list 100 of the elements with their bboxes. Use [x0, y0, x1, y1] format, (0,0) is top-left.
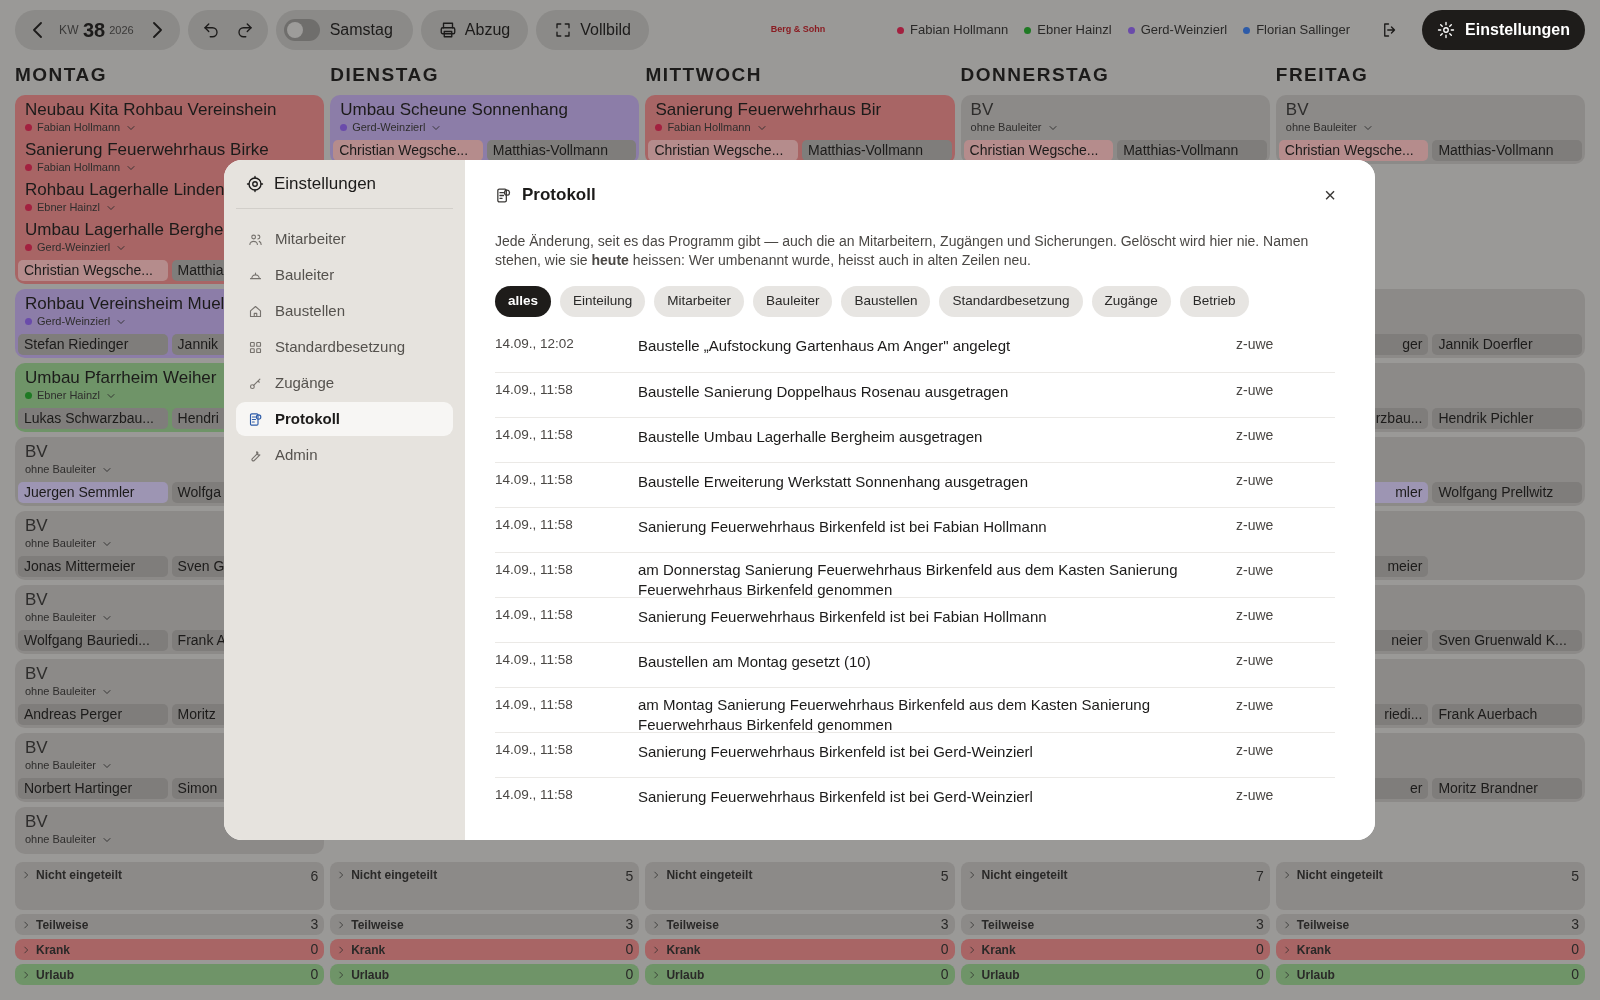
filter-chip[interactable]: alles — [495, 286, 552, 317]
filter-chip[interactable]: Standardbesetzung — [939, 286, 1083, 317]
log-message: Baustelle Sanierung Doppelhaus Rosenau ausgetragen — [638, 382, 1009, 402]
summary-label: Teilweise — [666, 916, 719, 934]
redo-icon — [235, 21, 254, 39]
worker-chip: Christian Wegsche... — [648, 140, 798, 161]
people-icon — [248, 231, 263, 247]
log-user: z-uwe — [1236, 561, 1274, 580]
nav-item[interactable]: Protokoll — [236, 402, 453, 436]
site-title: Rohbau Vereinsheim Muel — [25, 293, 225, 314]
summary-row[interactable]: Teilweise 3 — [645, 914, 955, 935]
worker-chip: Wolfgang Prellwitz — [1432, 482, 1582, 503]
saturday-toggle[interactable]: Samstag — [275, 10, 413, 50]
print-button[interactable]: Abzug — [420, 10, 529, 50]
site-title: BV — [25, 441, 48, 462]
log-message: Sanierung Feuerwehrhaus Birkenfeld ist bei Fabian Hollmann — [638, 607, 1047, 627]
summary-label: Urlaub — [36, 966, 74, 984]
summary-row[interactable]: Urlaub 0 — [15, 964, 325, 985]
summary-row[interactable]: Urlaub 0 — [645, 964, 955, 985]
summary-count: 0 — [625, 940, 634, 959]
chevron-left-icon — [32, 22, 42, 38]
site-title: BV — [25, 737, 48, 758]
log-message: Baustelle „Aufstockung Gartenhaus Am Anger" angelegt — [638, 336, 1011, 356]
company-logo: Berg & Sohn — [770, 23, 826, 37]
site-title: BV — [25, 515, 48, 536]
filter-chip[interactable]: Betrieb — [1179, 286, 1249, 317]
nav-item[interactable]: Baustellen — [236, 294, 453, 328]
summary-row[interactable]: Teilweise 3 — [1275, 914, 1585, 935]
log-user: z-uwe — [1236, 741, 1274, 760]
summary-count: 3 — [1256, 915, 1264, 934]
expand-icon — [554, 21, 573, 39]
summary-row[interactable]: Nicht eingeteilt 5 — [645, 862, 955, 910]
log-user: z-uwe — [1236, 471, 1274, 490]
site-lead: ohne Bauleiter — [1285, 120, 1357, 136]
printer-icon — [438, 21, 457, 39]
site-title: BV — [1285, 99, 1309, 120]
site-title: BV — [25, 589, 48, 610]
summary-row[interactable]: Nicht eingeteilt 5 — [330, 862, 640, 910]
filter-chip[interactable]: Baustellen — [841, 286, 931, 317]
summary-row[interactable]: Teilweise 3 — [15, 914, 325, 935]
summary-row[interactable]: Nicht eingeteilt 5 — [1275, 862, 1585, 910]
summary-row[interactable]: Nicht eingeteilt 7 — [960, 862, 1270, 910]
nav-item[interactable]: Mitarbeiter — [236, 222, 453, 256]
log-user: z-uwe — [1236, 426, 1274, 445]
log-user: z-uwe — [1236, 606, 1274, 625]
summary-row[interactable]: Urlaub 0 — [960, 964, 1270, 985]
log-time: 14.09., 11:58 — [495, 426, 574, 444]
filter-chip[interactable]: Bauleiter — [753, 286, 833, 317]
nav-item[interactable]: Zugänge — [236, 366, 453, 400]
summary-row[interactable]: Krank 0 — [330, 939, 640, 960]
close-button[interactable]: × — [1317, 182, 1343, 208]
summary-count: 0 — [1256, 940, 1264, 959]
site-lead: Gerd-Weinzierl — [37, 240, 111, 256]
site-lead: Fabian Hollmann — [37, 160, 121, 176]
summary-label: Urlaub — [1296, 966, 1335, 984]
summary-row[interactable]: Nicht eingeteilt 6 — [15, 862, 325, 910]
filter-chip[interactable]: Zugänge — [1091, 286, 1171, 317]
summary-label: Nicht eingeteilt — [351, 867, 438, 884]
summary-row[interactable]: Krank 0 — [1275, 939, 1585, 960]
site-lead: Gerd-Weinzierl — [352, 120, 426, 136]
worker-chip: Christian Wegsche... — [963, 140, 1114, 161]
log-user: z-uwe — [1236, 381, 1274, 400]
summary-row[interactable]: Krank 0 — [645, 939, 955, 960]
log-time: 14.09., 11:58 — [495, 696, 574, 714]
log-time: 14.09., 11:58 — [495, 651, 574, 669]
worker-chip: Christian Wegsche... — [18, 260, 168, 281]
day-heading: MITTWOCH — [645, 62, 763, 87]
day-heading: FREITAG — [1275, 62, 1370, 87]
summary-count: 3 — [310, 915, 319, 934]
log-user: z-uwe — [1236, 516, 1274, 535]
filter-chip[interactable]: Mitarbeiter — [654, 286, 745, 317]
worker-chip: Andreas Perger — [18, 704, 168, 725]
log-time: 14.09., 11:58 — [495, 516, 574, 534]
summary-row[interactable]: Krank 0 — [960, 939, 1270, 960]
log-message: Sanierung Feuerwehrhaus Birkenfeld ist bei Fabian Hollmann — [638, 517, 1047, 537]
summary-row[interactable]: Krank 0 — [15, 939, 325, 960]
settings-button[interactable]: Einstellungen — [1422, 10, 1585, 50]
summary-row[interactable]: Teilweise 3 — [330, 914, 640, 935]
summary-row[interactable]: Teilweise 3 — [960, 914, 1270, 935]
worker-chip: Moritz Brandner — [1432, 778, 1582, 799]
log-time: 14.09., 11:58 — [495, 561, 574, 579]
summary-row[interactable]: Urlaub 0 — [330, 964, 640, 985]
legend-name: Ebner Hainzl — [1037, 21, 1112, 40]
summary-count: 7 — [1256, 867, 1264, 886]
summary-count: 5 — [625, 867, 634, 886]
worker-chip: Matthias-Vollmann — [802, 140, 952, 161]
fullscreen-button[interactable]: Vollbild — [536, 10, 649, 50]
log-message: Baustelle Umbau Lagerhalle Bergheim ausgetragen — [638, 427, 983, 447]
site-title: Rohbau Lagerhalle Linden — [25, 179, 225, 200]
week-number: 38 — [82, 18, 106, 43]
summary-row[interactable]: Urlaub 0 — [1275, 964, 1585, 985]
summary-count: 5 — [940, 867, 949, 886]
panel-title: Protokoll — [522, 184, 597, 207]
filter-chip[interactable]: Einteilung — [560, 286, 646, 317]
log-user: z-uwe — [1236, 651, 1274, 670]
site-title: BV — [25, 663, 48, 684]
log-time: 14.09., 11:58 — [495, 741, 574, 759]
site-title: BV — [25, 811, 48, 832]
nav-item[interactable]: Admin — [236, 438, 453, 472]
toggle-switch[interactable] — [283, 19, 320, 41]
